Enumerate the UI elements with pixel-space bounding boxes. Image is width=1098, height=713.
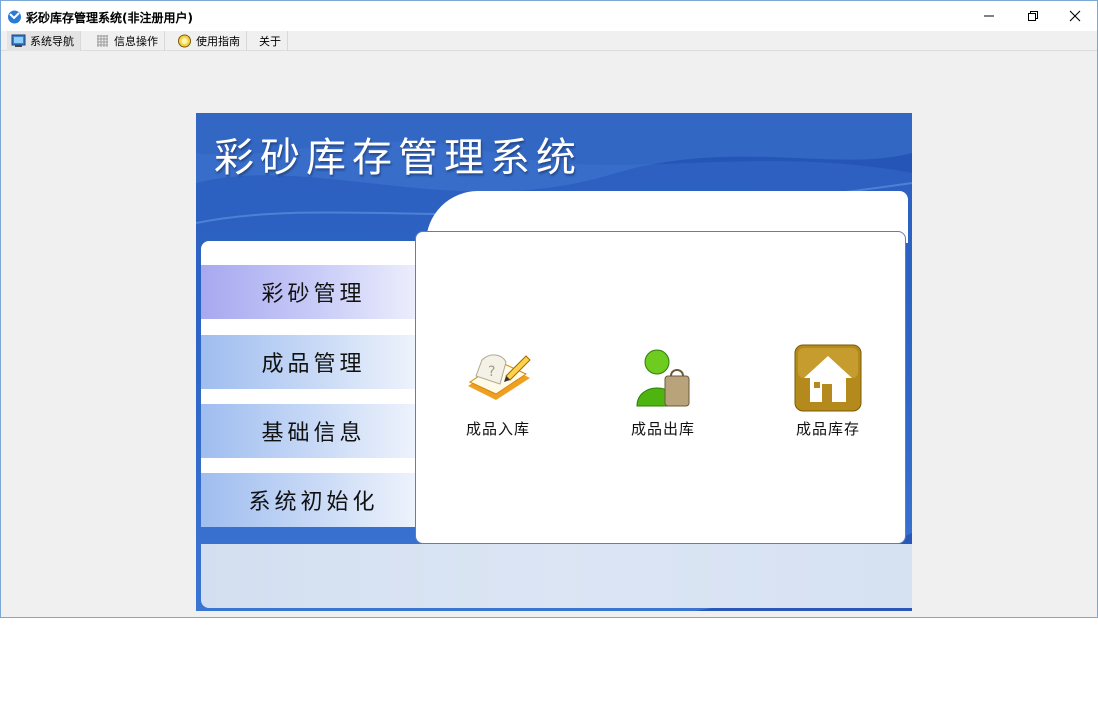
- monitor-icon: [11, 34, 26, 47]
- app-window: 彩砂库存管理系统(非注册用户) 系统导航 信息操作 使用指南 关于 彩砂库存管理…: [0, 0, 1098, 618]
- nav-item-system-init[interactable]: 系统初始化: [201, 473, 416, 527]
- minimize-button[interactable]: [967, 1, 1011, 31]
- restore-icon: [1028, 11, 1038, 21]
- menu-item-system-nav[interactable]: 系统导航: [7, 31, 81, 51]
- window-title: 彩砂库存管理系统(非注册用户): [26, 11, 193, 25]
- nav-item-finished-goods[interactable]: 成品管理: [201, 335, 416, 389]
- help-icon: [178, 34, 191, 48]
- tile-stock-out[interactable]: 成品出库: [608, 342, 718, 442]
- restore-button[interactable]: [1011, 1, 1055, 31]
- menu-item-label: 关于: [259, 35, 281, 48]
- menu-item-label: 使用指南: [196, 35, 240, 48]
- menu-item-user-guide[interactable]: 使用指南: [173, 31, 247, 51]
- nav-item-basic-info[interactable]: 基础信息: [201, 404, 416, 458]
- tile-inventory[interactable]: 成品库存: [773, 342, 883, 442]
- tile-label: 成品入库: [465, 420, 530, 438]
- close-icon: [1069, 10, 1081, 22]
- tile-stock-in[interactable]: ? 成品入库: [443, 342, 553, 442]
- grid-icon: [97, 35, 108, 47]
- app-logo-icon: [8, 10, 21, 24]
- svg-text:?: ?: [488, 364, 495, 380]
- home-icon: [794, 344, 862, 412]
- title-bar: 彩砂库存管理系统(非注册用户): [1, 1, 1097, 31]
- menu-item-info-ops[interactable]: 信息操作: [91, 31, 165, 51]
- close-button[interactable]: [1053, 1, 1097, 31]
- menu-item-label: 信息操作: [114, 35, 158, 48]
- minimize-icon: [984, 15, 994, 17]
- main-panel: 彩砂库存管理系统 彩砂管理 成品管理 基础信息 系统初始化 ? 成品入库 成品出…: [196, 113, 912, 611]
- book-pencil-icon: ?: [468, 354, 531, 400]
- tile-label: 成品出库: [630, 420, 695, 438]
- panel-title: 彩砂库存管理系统: [214, 135, 582, 181]
- menu-item-label: 系统导航: [30, 35, 74, 48]
- left-nav: 彩砂管理 成品管理 基础信息 系统初始化: [201, 241, 425, 527]
- menu-item-about[interactable]: 关于: [255, 31, 288, 51]
- content-area: ? 成品入库 成品出库 成品库存: [415, 231, 906, 544]
- tile-label: 成品库存: [795, 420, 860, 438]
- panel-footer: [201, 544, 912, 608]
- menu-bar: 系统导航 信息操作 使用指南 关于: [1, 31, 1097, 51]
- nav-item-color-sand[interactable]: 彩砂管理: [201, 265, 416, 319]
- person-bag-icon: [636, 349, 690, 407]
